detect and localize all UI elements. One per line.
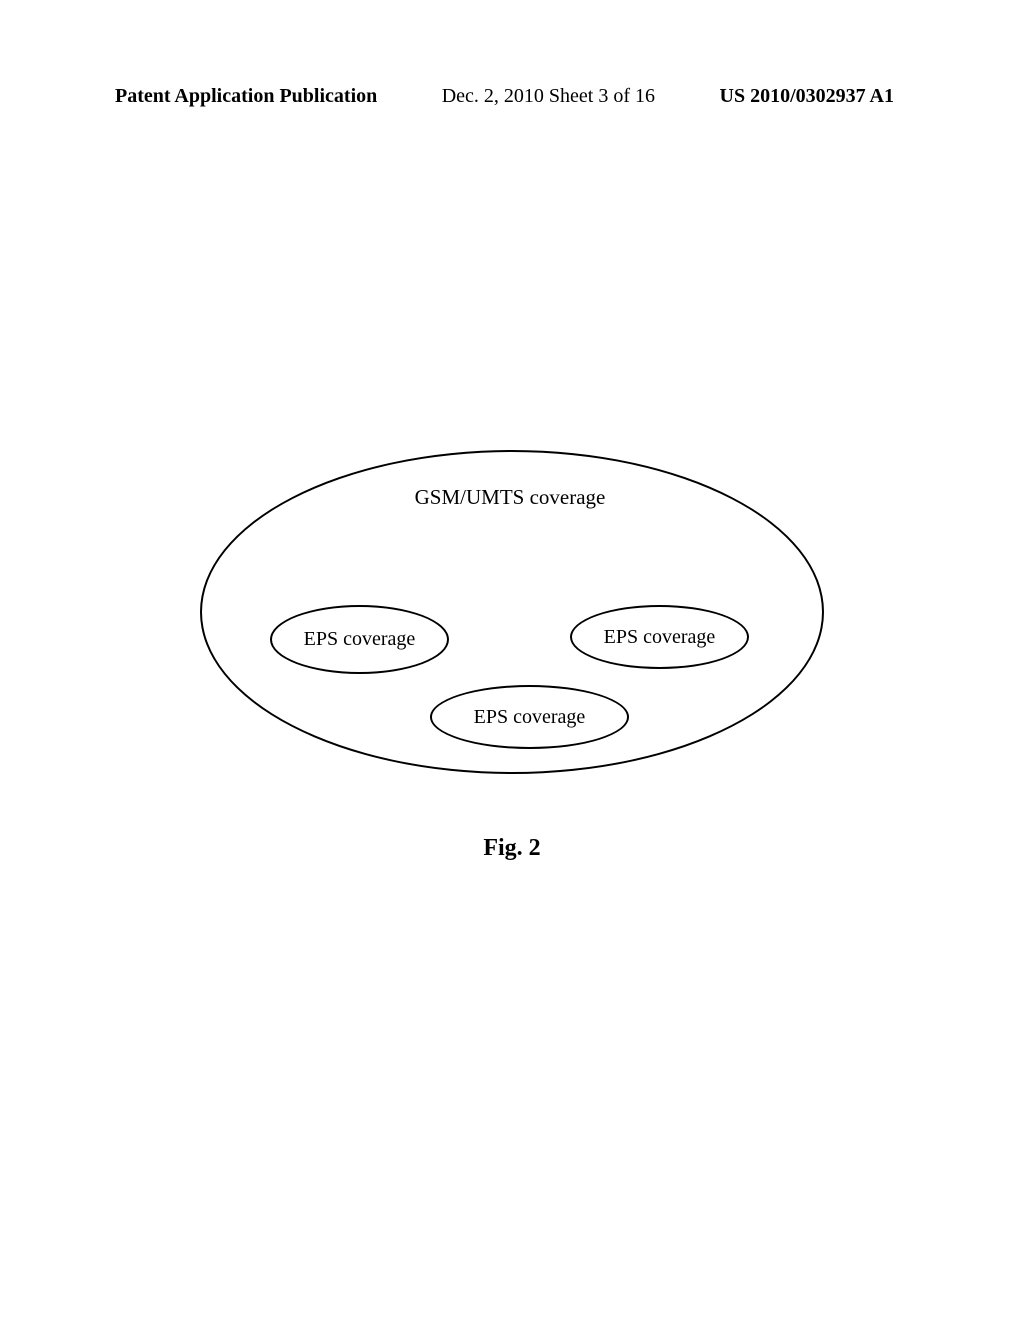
eps-label-3: EPS coverage xyxy=(474,706,586,729)
gsm-umts-label: GSM/UMTS coverage xyxy=(415,485,606,510)
eps-coverage-ellipse-3: EPS coverage xyxy=(430,685,629,749)
eps-coverage-ellipse-1: EPS coverage xyxy=(270,605,449,674)
page-header: Patent Application Publication Dec. 2, 2… xyxy=(0,85,1024,108)
header-patent-number: US 2010/0302937 A1 xyxy=(720,85,894,108)
eps-label-1: EPS coverage xyxy=(304,628,416,651)
figure-number: Fig. 2 xyxy=(483,835,540,862)
eps-label-2: EPS coverage xyxy=(604,626,716,649)
header-sheet-info: Dec. 2, 2010 Sheet 3 of 16 xyxy=(442,85,655,108)
header-publication: Patent Application Publication xyxy=(115,85,377,108)
coverage-diagram: GSM/UMTS coverage EPS coverage EPS cover… xyxy=(200,440,820,790)
eps-coverage-ellipse-2: EPS coverage xyxy=(570,605,749,669)
